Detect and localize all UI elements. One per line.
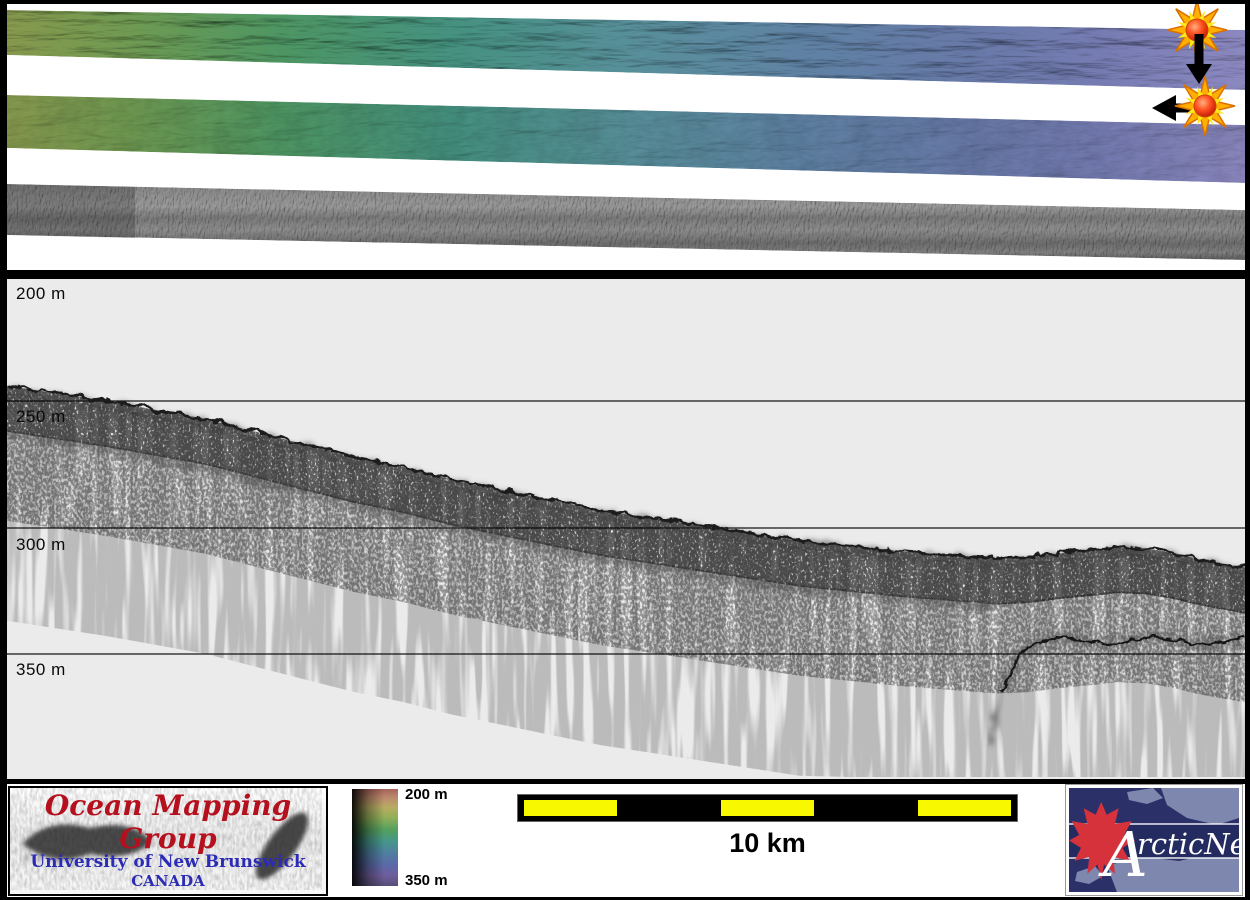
echogram-graphics	[7, 384, 1245, 777]
scale-bar-segment	[721, 800, 814, 816]
depth-label-350m: 350 m	[16, 660, 66, 679]
footer: Ocean Mapping Group University of New Br…	[7, 784, 1245, 897]
colorbar-top-label: 200 m	[405, 786, 448, 803]
bathymetry-swath-strip-1	[7, 10, 1245, 90]
depth-label-250m: 250 m	[16, 407, 66, 426]
depth-label-200m: 200 m	[16, 284, 66, 303]
arcticnet-logo-inner: A rcticNet	[1069, 788, 1239, 892]
figure-frame: 200 m 250 m 300 m 350 m Ocean Mapping Gr…	[0, 0, 1250, 900]
scale-bar-segment	[819, 795, 913, 821]
scale-bar-label: 10 km	[729, 828, 806, 858]
arcticnet-logo: A rcticNet	[1065, 784, 1243, 896]
sidescan-swath-strip	[7, 184, 1245, 260]
arcticnet-wordmark: rcticNet	[1137, 827, 1239, 861]
section-divider	[7, 270, 1245, 279]
map-scale-bar	[517, 794, 1018, 822]
scale-bar-segment	[622, 795, 716, 821]
colorbar-bottom-label: 350 m	[405, 872, 448, 889]
sidescan-left-segment	[7, 184, 135, 238]
scale-bar-segment	[918, 800, 1011, 816]
depth-colorbar	[352, 789, 398, 886]
omg-title: Ocean Mapping Group	[44, 789, 292, 855]
depth-label-300m: 300 m	[16, 535, 66, 554]
swath-panel	[7, 4, 1245, 270]
subbottom-profile-panel: 200 m 250 m 300 m 350 m	[7, 279, 1245, 779]
omg-university: University of New Brunswick	[30, 852, 306, 872]
swath-graphics	[7, 4, 1245, 260]
omg-country: CANADA	[131, 872, 205, 890]
scale-bar-segment	[524, 800, 617, 816]
bathymetry-swath-strip-2	[7, 95, 1245, 183]
sun-east-icon	[1174, 75, 1236, 137]
omg-logo: Ocean Mapping Group University of New Br…	[8, 786, 328, 896]
arcticnet-art: A rcticNet	[1069, 788, 1239, 892]
